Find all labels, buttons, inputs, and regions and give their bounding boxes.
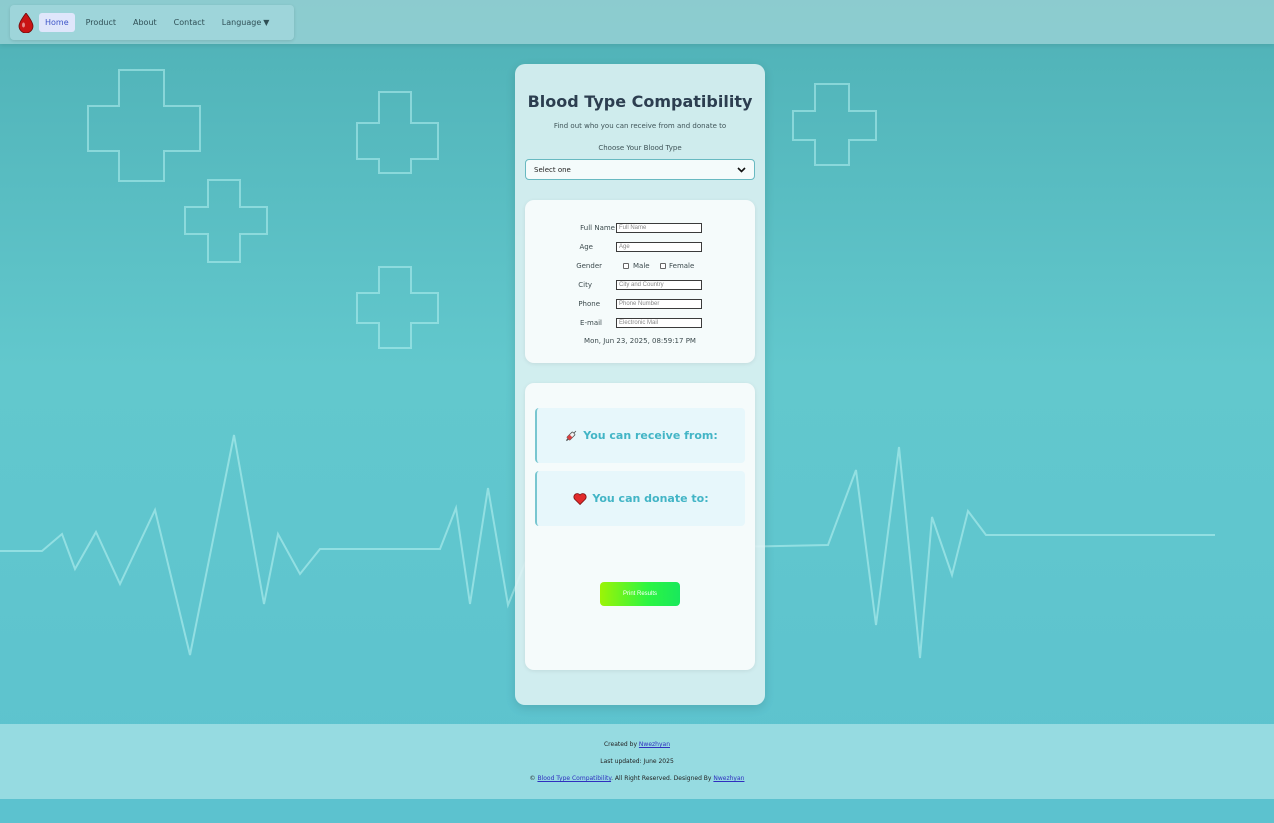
personal-info-form: Full Name Full Name Age Age Gender Male … <box>525 200 755 363</box>
site-link[interactable]: Blood Type Compatibility <box>537 775 611 782</box>
nav-language[interactable]: Language ▼ <box>216 13 276 32</box>
phone-label: Phone <box>578 300 600 308</box>
footer-copyright: © Blood Type Compatibility. All Right Re… <box>0 775 1274 782</box>
page-subtitle: Find out who you can receive from and do… <box>553 122 727 130</box>
author-link[interactable]: Nwezhyan <box>639 741 670 748</box>
email-input[interactable]: Electronic Mail <box>616 318 702 328</box>
male-label: Male <box>633 262 650 270</box>
full-name-label: Full Name <box>580 224 615 232</box>
nav-contact[interactable]: Contact <box>168 13 211 32</box>
blood-drop-logo-icon[interactable] <box>18 12 34 33</box>
receive-from-label: You can receive from: <box>583 429 718 442</box>
print-results-button[interactable]: Print Results <box>600 582 680 606</box>
cross-decoration <box>356 91 439 174</box>
full-name-input[interactable]: Full Name <box>616 223 702 233</box>
nav-home[interactable]: Home <box>39 13 75 32</box>
age-input[interactable]: Age <box>616 242 702 252</box>
footer: Created by Nwezhyan Last updated: June 2… <box>0 724 1274 799</box>
cross-decoration <box>87 69 201 182</box>
female-checkbox[interactable] <box>660 263 666 269</box>
heart-icon <box>573 492 587 505</box>
form-row-gender: Gender Male Female <box>525 261 755 273</box>
city-label: City <box>578 281 592 289</box>
navbar: Home Product About Contact Language ▼ <box>10 5 294 40</box>
form-row-city: City City and Country <box>525 280 755 292</box>
donate-to-label: You can donate to: <box>592 492 709 505</box>
page-title: Blood Type Compatibility <box>527 92 753 111</box>
donate-to-result: You can donate to: <box>535 471 745 526</box>
age-label: Age <box>579 243 593 251</box>
form-row-email: E-mail Electronic Mail <box>525 318 755 330</box>
chevron-down-icon <box>737 166 746 173</box>
blood-type-select-value: Select one <box>534 165 571 174</box>
cross-decoration <box>356 266 439 349</box>
female-label: Female <box>669 262 695 270</box>
receive-from-result: You can receive from: <box>535 408 745 463</box>
nav-product[interactable]: Product <box>80 13 122 32</box>
syringe-icon <box>566 430 577 441</box>
form-row-phone: Phone Phone Number <box>525 299 755 311</box>
blood-type-select[interactable]: Select one <box>525 159 755 180</box>
form-row-age: Age Age <box>525 242 755 254</box>
male-checkbox[interactable] <box>623 263 629 269</box>
email-label: E-mail <box>580 319 602 327</box>
current-datetime: Mon, Jun 23, 2025, 08:59:17 PM <box>584 337 696 345</box>
designer-link[interactable]: Nwezhyan <box>713 775 744 782</box>
gender-label: Gender <box>576 262 602 270</box>
nav-language-label: Language <box>221 18 262 27</box>
blood-type-label: Choose Your Blood Type <box>598 144 682 152</box>
copyright-text: . All Right Reserved. Designed By <box>611 775 712 782</box>
top-bar: Home Product About Contact Language ▼ <box>0 0 1274 44</box>
footer-created-by: Created by Nwezhyan <box>0 741 1274 748</box>
cross-decoration <box>792 83 877 166</box>
main-card: Blood Type Compatibility Find out who yo… <box>515 64 765 705</box>
nav-about[interactable]: About <box>127 13 163 32</box>
city-input[interactable]: City and Country <box>616 280 702 290</box>
footer-last-updated: Last updated: June 2025 <box>600 758 674 765</box>
created-by-text: Created by <box>603 741 637 748</box>
cross-decoration <box>184 179 268 263</box>
form-row-full-name: Full Name Full Name <box>525 223 755 235</box>
copyright-symbol: © <box>529 775 536 782</box>
phone-input[interactable]: Phone Number <box>616 299 702 309</box>
results-panel: You can receive from: You can donate to:… <box>525 383 755 670</box>
chevron-down-icon: ▼ <box>263 18 270 27</box>
